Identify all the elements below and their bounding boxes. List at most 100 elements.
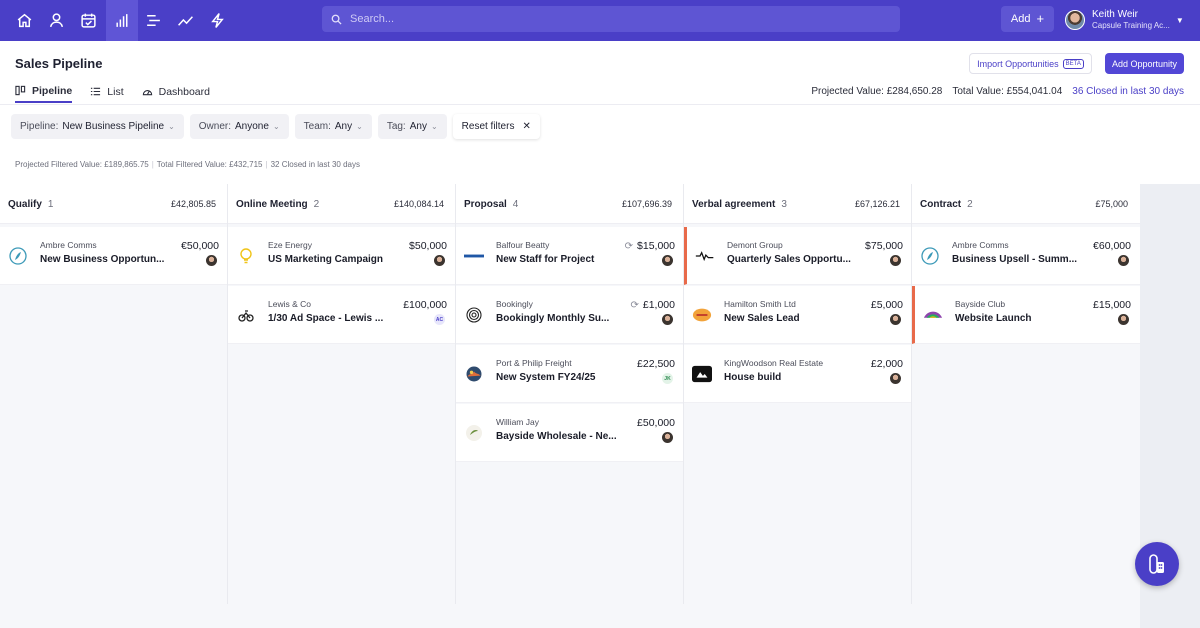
recurring-icon: ⟳	[630, 299, 639, 311]
team-filter[interactable]: Team: Any ⌄	[294, 114, 372, 139]
owner-avatar	[434, 255, 445, 266]
card-title: New System FY24/25	[496, 372, 596, 383]
add-opportunity-button[interactable]: Add Opportunity	[1105, 53, 1184, 74]
kingwoodson-logo-icon	[692, 364, 712, 384]
column-header: Proposal 4 £107,696.39	[456, 184, 684, 224]
opportunity-card[interactable]: Bookingly Bookingly Monthly Su... ⟳ £1,00…	[456, 286, 684, 344]
column-total: £75,000	[1095, 199, 1128, 209]
contacts-icon[interactable]	[40, 0, 72, 41]
opportunity-card[interactable]: Eze Energy US Marketing Campaign $50,000	[228, 227, 456, 285]
column-divider	[911, 184, 912, 604]
hamilton-logo-icon	[692, 305, 712, 325]
owner-initials: AC	[434, 314, 445, 325]
column-header: Contract 2 £75,000	[912, 184, 1140, 224]
tag-filter[interactable]: Tag: Any ⌄	[377, 114, 447, 139]
column-count: 2	[313, 199, 320, 210]
user-menu[interactable]: Keith Weir Capsule Training Ac... ▼	[1065, 6, 1184, 34]
card-amount: £15,000	[1093, 299, 1131, 311]
calendar-icon[interactable]	[72, 0, 104, 41]
dashboard-icon	[142, 90, 152, 96]
top-navigation-bar: Add + Keith Weir Capsule Training Ac... …	[0, 0, 1200, 41]
column-header: Qualify 1 £42,805.85	[0, 184, 228, 224]
card-amount: £1,000	[642, 299, 675, 311]
opportunity-card[interactable]: Lewis & Co 1/30 Ad Space - Lewis ... £10…	[228, 286, 456, 344]
team-filter-label: Team:	[303, 121, 331, 132]
filtered-closed: 32 Closed in last 30 days	[270, 160, 360, 169]
owner-avatar	[1118, 255, 1129, 266]
view-tabs: Pipeline List Dashboard	[15, 80, 228, 105]
cases-icon[interactable]	[137, 0, 169, 41]
chevron-down-icon: ⌄	[168, 122, 175, 131]
owner-filter[interactable]: Owner: Anyone ⌄	[189, 114, 289, 139]
search-bar[interactable]	[322, 6, 900, 32]
owner-avatar	[206, 255, 217, 266]
pipeline-board-icon	[15, 85, 26, 96]
opportunity-card[interactable]: William Jay Bayside Wholesale - Ne... £5…	[456, 404, 684, 462]
analytics-icon[interactable]	[169, 0, 201, 41]
lightbulb-logo-icon	[236, 246, 256, 266]
caret-down-icon: ▼	[1175, 15, 1184, 25]
ambre-logo-icon	[920, 246, 940, 266]
pipeline-icon[interactable]	[106, 0, 138, 41]
tag-filter-value: Any	[409, 121, 427, 132]
tab-list-label: List	[107, 85, 124, 98]
page-title: Sales Pipeline	[15, 56, 103, 71]
opportunity-card[interactable]: Demont Group Quarterly Sales Opportu... …	[684, 227, 912, 285]
william-jay-logo-icon	[464, 423, 484, 443]
card-amount: £2,000	[870, 358, 903, 370]
opportunity-card[interactable]: Ambre Comms New Business Opportun... €50…	[0, 227, 228, 285]
total-value: Total Value: £554,041.04	[952, 86, 1063, 97]
opportunity-card[interactable]: Hamilton Smith Ltd New Sales Lead £5,000	[684, 286, 912, 344]
filtered-projected: Projected Filtered Value: £189,865.75	[15, 160, 149, 169]
search-icon	[331, 14, 342, 25]
pipeline-totals: Projected Value: £284,650.28 Total Value…	[811, 86, 1184, 97]
card-organisation: Ambre Comms	[952, 240, 1009, 250]
card-organisation: Balfour Beatty	[496, 240, 550, 250]
owner-avatar	[890, 373, 901, 384]
add-button[interactable]: Add +	[1001, 6, 1054, 32]
balfour-logo-icon	[464, 246, 484, 266]
column-contract: Contract 2 £75,000 Ambre Comms Business U…	[912, 184, 1140, 604]
team-filter-value: Any	[334, 121, 353, 132]
closed-link[interactable]: 36 Closed in last 30 days	[1072, 86, 1184, 97]
search-input[interactable]	[350, 13, 850, 25]
card-title: Bayside Wholesale - Ne...	[496, 431, 617, 442]
reset-filters-button[interactable]: Reset filters ✕	[452, 114, 540, 139]
ambre-logo-icon	[8, 246, 28, 266]
help-widget-button[interactable]	[1135, 542, 1179, 586]
opportunity-card[interactable]: Bayside Club Website Launch £15,000	[912, 286, 1140, 344]
opportunity-card[interactable]: KingWoodson Real Estate House build £2,0…	[684, 345, 912, 403]
card-title: Bookingly Monthly Su...	[496, 313, 610, 324]
column-proposal: Proposal 4 £107,696.39 Balfour Beatty New…	[456, 184, 684, 604]
owner-filter-label: Owner:	[198, 121, 232, 132]
card-title: Website Launch	[955, 313, 1032, 324]
card-title: US Marketing Campaign	[268, 254, 384, 265]
user-name: Keith Weir	[1092, 9, 1138, 20]
workflow-icon[interactable]	[201, 0, 233, 41]
owner-avatar	[890, 255, 901, 266]
home-icon[interactable]	[8, 0, 40, 41]
column-qualify: Qualify 1 £42,805.85 Ambre Comms New Busi…	[0, 184, 228, 604]
tab-list[interactable]: List	[90, 80, 124, 103]
tab-dashboard[interactable]: Dashboard	[142, 80, 210, 103]
card-organisation: Demont Group	[727, 240, 783, 250]
column-name: Proposal	[464, 199, 507, 210]
chevron-down-icon: ⌄	[430, 122, 438, 131]
opportunity-card[interactable]: Port & Philip Freight New System FY24/25…	[456, 345, 684, 403]
card-organisation: Bookingly	[496, 299, 533, 309]
opportunity-card[interactable]: Balfour Beatty New Staff for Project ⟳ $1…	[456, 227, 684, 285]
tab-pipeline[interactable]: Pipeline	[15, 80, 73, 103]
card-amount: $50,000	[409, 240, 447, 252]
import-opportunities-button[interactable]: Import Opportunities BETA	[969, 53, 1092, 74]
close-icon: ✕	[522, 121, 531, 132]
fingerprint-logo-icon	[464, 305, 484, 325]
column-divider	[227, 184, 228, 604]
column-count: 1	[47, 199, 54, 210]
add-button-label: Add	[1010, 13, 1031, 25]
card-title: New Sales Lead	[724, 313, 800, 324]
opportunity-card[interactable]: Ambre Comms Business Upsell - Summ... €6…	[912, 227, 1140, 285]
card-organisation: Lewis & Co	[268, 299, 311, 309]
pipeline-filter[interactable]: Pipeline: New Business Pipeline ⌄	[11, 114, 184, 139]
card-amount: £22,500	[637, 358, 675, 370]
owner-avatar	[662, 314, 673, 325]
